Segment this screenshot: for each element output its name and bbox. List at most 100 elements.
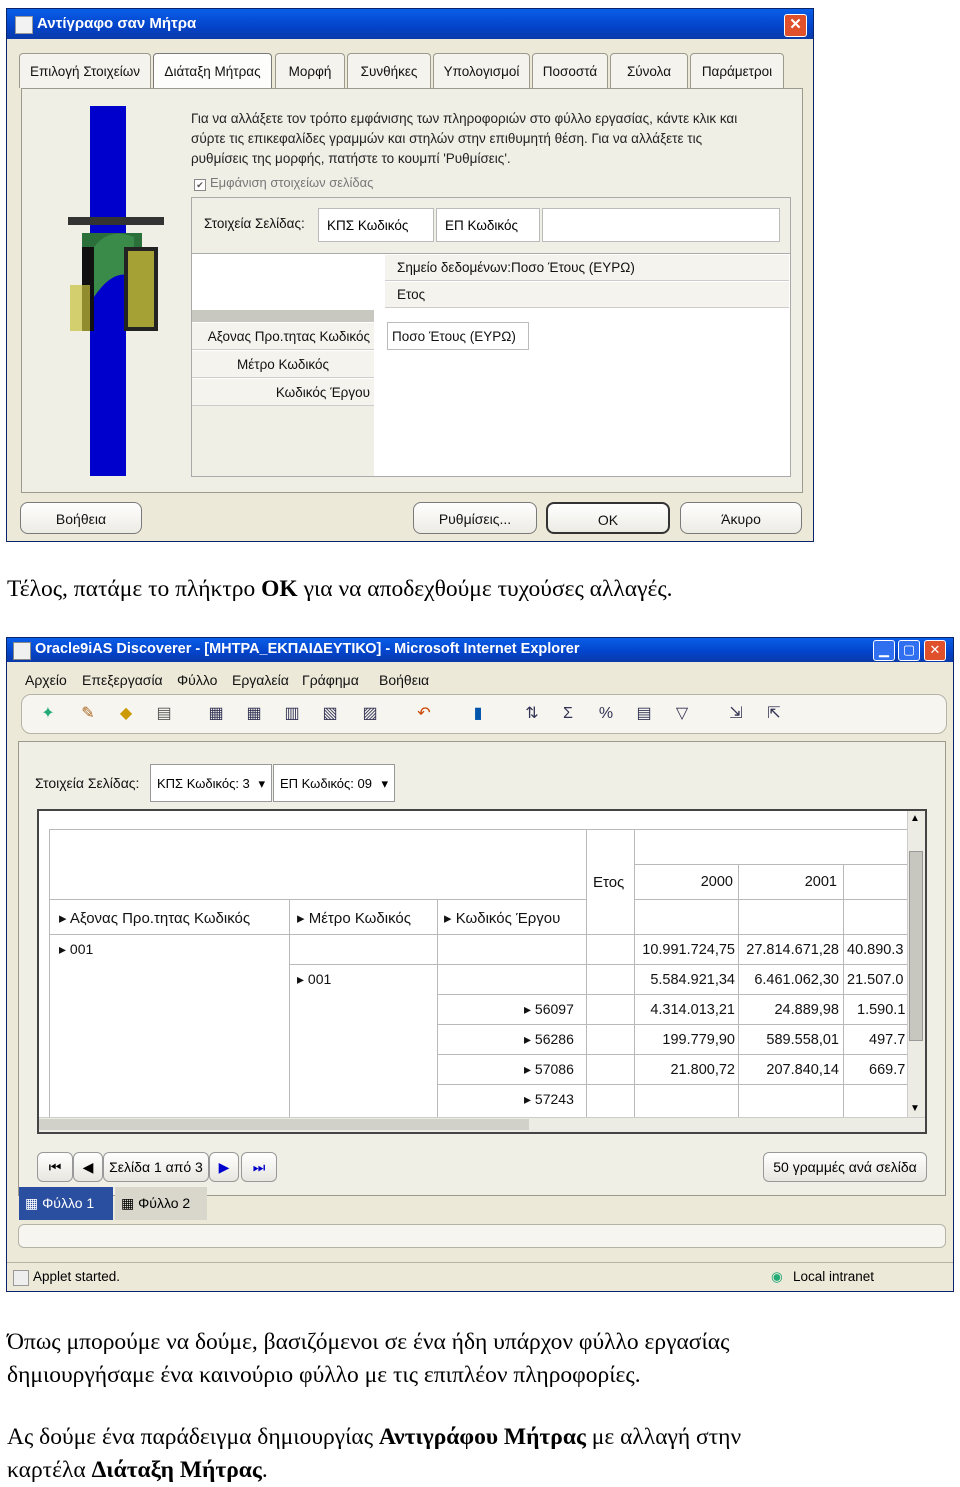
instruction-paragraph-1: Τέλος, πατάμε το πλήκτρο OK για να αποδε… — [7, 573, 673, 606]
horizontal-scrollbar[interactable] — [39, 1117, 925, 1132]
menu-help[interactable]: Βοήθεια — [379, 672, 429, 688]
last-page-button[interactable]: ⏭ — [241, 1152, 277, 1182]
tab-parameters[interactable]: Παράμετροι — [690, 53, 784, 88]
help-line-2: σύρτε τις επικεφαλίδες γραμμών και στηλώ… — [191, 131, 703, 146]
page-item-ep-code[interactable]: ΕΠ Κωδικός — [436, 208, 540, 242]
scroll-thumb[interactable] — [39, 1119, 529, 1130]
table-row[interactable]: ▸ 001 — [59, 941, 93, 958]
maximize-icon[interactable]: ▢ — [898, 640, 920, 661]
tab-conditions[interactable]: Συνθήκες — [347, 53, 431, 88]
table-cell: 40.890.3 — [847, 942, 904, 958]
table-icon[interactable]: ▦ — [206, 704, 226, 724]
p3-line2-start: καρτέλα — [7, 1457, 92, 1483]
data-item-amount[interactable]: Ποσο Έτους (ΕΥΡΩ) — [387, 322, 529, 350]
kps-code-dropdown[interactable]: ΚΠΣ Κωδικός: 3 ▾ — [150, 764, 272, 802]
row-items-drop-zone[interactable] — [192, 406, 374, 476]
row-header-project-code[interactable]: ▸ Κωδικός Έργου — [444, 909, 560, 927]
next-page-button[interactable]: ▶ — [209, 1152, 239, 1182]
table-row[interactable]: ▸ 56097 — [524, 1001, 574, 1018]
export-icon[interactable]: ⇱ — [764, 704, 784, 724]
checkmark-icon: ✔ — [194, 179, 206, 191]
minimize-icon[interactable]: ▁ — [873, 640, 895, 661]
tab-crosstab-layout[interactable]: Διάταξη Μήτρας — [153, 53, 272, 88]
show-page-items-checkbox[interactable]: ✔ Εμφάνιση στοιχείων σελίδας — [194, 175, 373, 191]
table-row[interactable]: ▸ 57243 — [524, 1091, 574, 1108]
save-icon[interactable]: ◆ — [116, 704, 136, 724]
column-item-year[interactable]: Ετος — [385, 282, 789, 308]
year-2001-header: 2001 — [804, 874, 837, 890]
kps-code-value: ΚΠΣ Κωδικός: 3 — [157, 776, 250, 791]
format-icon[interactable]: ▤ — [634, 704, 654, 724]
menu-tools[interactable]: Εργαλεία — [232, 672, 289, 688]
sheet-icon[interactable]: ▨ — [360, 704, 380, 724]
sheet-icon: ▦ — [121, 1195, 139, 1211]
first-page-button[interactable]: ⏮ — [37, 1152, 73, 1182]
table-row[interactable]: ▸ 001 — [297, 971, 331, 988]
drill-icon[interactable]: ⇲ — [726, 704, 746, 724]
table-row[interactable]: ▸ 57086 — [524, 1061, 574, 1078]
tab-format[interactable]: Μορφή — [275, 53, 345, 88]
menu-file[interactable]: Αρχείο — [25, 672, 67, 688]
p3-text-start: Ας δούμε ένα παράδειγμα δημιουργίας — [7, 1424, 379, 1450]
edit-icon[interactable]: ▧ — [320, 704, 340, 724]
globe-icon: ◉ — [771, 1269, 783, 1284]
ok-button[interactable]: ΟΚ — [546, 502, 670, 534]
cancel-button[interactable]: Άκυρο — [680, 502, 802, 534]
table-cell: 497.7 — [869, 1032, 906, 1048]
row-item-axis-code[interactable]: Αξονας Προ.τητας Κωδικός — [192, 323, 374, 350]
scroll-down-icon[interactable]: ▼ — [910, 1103, 920, 1114]
undo-icon[interactable]: ↶ — [414, 704, 434, 724]
bottom-frame — [18, 1224, 946, 1248]
row-header-axis-code[interactable]: ▸ Αξονας Προ.τητας Κωδικός — [59, 909, 250, 927]
menu-graph[interactable]: Γράφημα — [302, 672, 359, 688]
row-item-measure-code[interactable]: Μέτρο Κωδικός — [192, 351, 374, 378]
tab-percentages[interactable]: Ποσοστά — [532, 53, 608, 88]
percent-icon[interactable]: % — [596, 704, 616, 724]
vertical-scrollbar[interactable]: ▲ ▼ — [907, 811, 925, 1132]
page-items-drop-zone[interactable] — [542, 208, 780, 242]
row-header-measure-code[interactable]: ▸ Μέτρο Κωδικός — [297, 909, 411, 927]
new-icon[interactable]: ✦ — [38, 704, 58, 724]
layout-icon[interactable]: ▥ — [282, 704, 302, 724]
table-row[interactable]: ▸ 56286 — [524, 1031, 574, 1048]
sheet-icon: ▦ — [25, 1195, 43, 1211]
measure-code-header-label: Μέτρο Κωδικός — [308, 910, 411, 927]
scroll-thumb[interactable] — [909, 851, 923, 1041]
dialog-app-icon — [15, 16, 33, 34]
print-icon[interactable]: ▤ — [154, 704, 174, 724]
sheet-tab-1[interactable]: ▦ Φύλλο 1 — [19, 1187, 113, 1220]
open-icon[interactable]: ✎ — [78, 704, 98, 724]
settings-button[interactable]: Ρυθμίσεις... — [413, 502, 537, 534]
sheet-tab-2[interactable]: ▦ Φύλλο 2 — [115, 1187, 207, 1220]
ep-code-dropdown[interactable]: ΕΠ Κωδικός: 09 ▾ — [273, 764, 395, 802]
filter-icon[interactable]: ▽ — [672, 704, 692, 724]
menu-edit[interactable]: Επεξεργασία — [82, 672, 163, 688]
rows-per-page-button[interactable]: 50 γραμμές ανά σελίδα — [763, 1152, 927, 1182]
tab-calculations[interactable]: Υπολογισμοί — [433, 53, 530, 88]
graph-icon[interactable]: ▮ — [468, 704, 488, 724]
scroll-up-icon[interactable]: ▲ — [910, 813, 920, 824]
menu-sheet[interactable]: Φύλλο — [177, 672, 217, 688]
project-code-value: 57243 — [534, 1091, 574, 1107]
browser-window: Oracle9iAS Discoverer - [ΜΗΤΡΑ_ΕΚΠΑΙΔΕΥΤ… — [6, 637, 954, 1292]
tab-totals[interactable]: Σύνολα — [610, 53, 688, 88]
column-header-year[interactable]: Ετος — [593, 874, 624, 891]
crosstab-icon[interactable]: ▦ — [244, 704, 264, 724]
column-item-data-point[interactable]: Σημείο δεδομένων:Ποσο Έτους (ΕΥΡΩ) — [385, 255, 789, 281]
help-button[interactable]: Βοήθεια — [20, 502, 142, 534]
sheet-tab-1-label: Φύλλο 1 — [42, 1195, 95, 1211]
close-icon[interactable]: ✕ — [924, 640, 946, 661]
year-2000-header: 2000 — [700, 874, 733, 890]
table-cell: 5.584.921,34 — [650, 972, 735, 988]
page-item-kps-code[interactable]: ΚΠΣ Κωδικός — [318, 208, 434, 242]
tab-select-items[interactable]: Επιλογή Στοιχείων — [19, 53, 151, 88]
toolbar: ✦ ✎ ◆ ▤ ▦ ▦ ▥ ▧ ▨ ↶ ▮ ⇅ Σ % ▤ ▽ ⇲ ⇱ — [21, 694, 947, 734]
row-item-project-code[interactable]: Κωδικός Έργου — [192, 379, 374, 406]
close-icon[interactable]: ✕ — [784, 14, 807, 37]
table-cell: 669.7 — [869, 1062, 906, 1078]
sum-icon[interactable]: Σ — [558, 704, 578, 724]
axis-code-value: 001 — [69, 941, 94, 957]
project-code-value: 56286 — [534, 1031, 574, 1047]
prev-page-button[interactable]: ◀ — [73, 1152, 103, 1182]
sort-icon[interactable]: ⇅ — [522, 704, 542, 724]
